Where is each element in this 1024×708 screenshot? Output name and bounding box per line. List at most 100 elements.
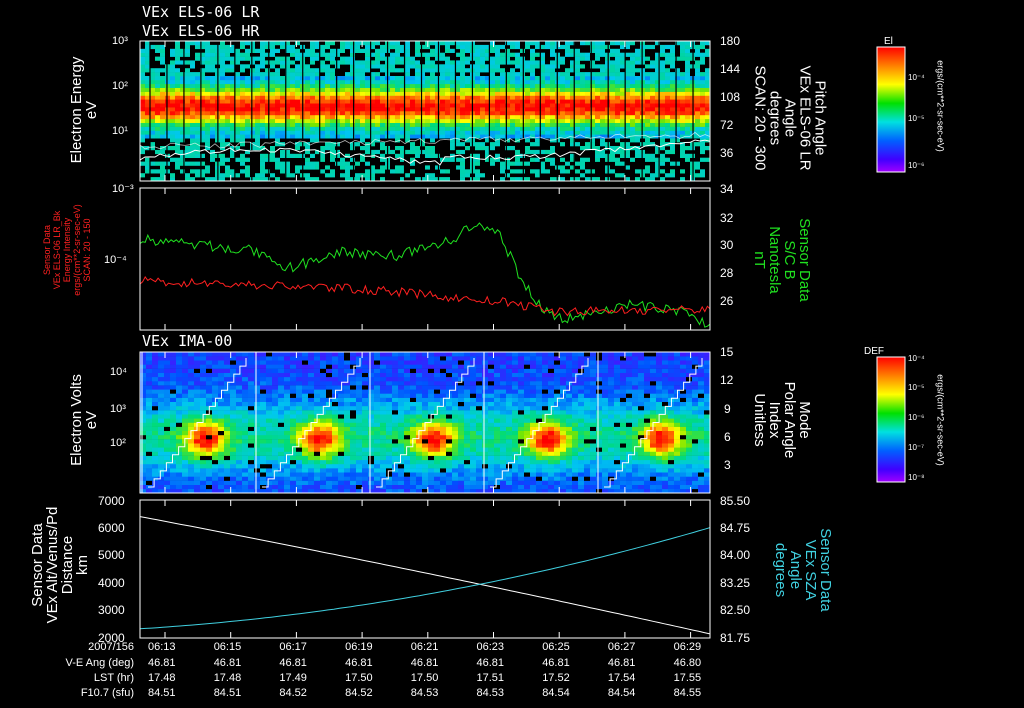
ima-cell (236, 472, 242, 477)
els-cell (525, 138, 530, 143)
els-cell (635, 153, 640, 158)
ima-cell (176, 397, 182, 402)
ima-cell (260, 385, 266, 390)
els-cell (615, 41, 620, 46)
els-cell (595, 111, 600, 116)
els-cell (360, 130, 365, 135)
ima-cell (146, 451, 152, 456)
ima-cell (164, 393, 170, 398)
els-cell (545, 68, 550, 73)
ima-cell (140, 376, 146, 382)
ima-cell (302, 455, 308, 461)
ima-cell (194, 360, 200, 365)
ima-cell (392, 443, 398, 448)
els-cell (395, 111, 400, 116)
els-cell (325, 134, 330, 139)
ima-cell (188, 389, 194, 394)
els-cell (270, 99, 275, 104)
ima-cell (284, 434, 290, 440)
ima-cell (254, 422, 260, 427)
ima-cell (182, 447, 188, 452)
ima-cell (194, 410, 200, 415)
ima-cell (194, 393, 200, 398)
ima-cell (230, 476, 236, 481)
els-cell (605, 99, 610, 104)
els-cell (335, 48, 340, 53)
els-cell (670, 173, 675, 178)
ima-cell (224, 464, 230, 469)
els-cell (260, 95, 265, 100)
ima-cell (332, 360, 338, 365)
els-cell (565, 118, 570, 123)
ima-cell (308, 439, 314, 444)
ima-cell (446, 381, 452, 386)
els-cell (330, 134, 335, 139)
els-cell (615, 72, 620, 77)
els-cell (605, 165, 610, 170)
ima-cell (398, 418, 404, 423)
els-cell (530, 157, 535, 162)
els-cell (595, 157, 600, 162)
ima-cell (182, 368, 188, 373)
ima-cell (212, 430, 218, 436)
ima-cell (428, 468, 434, 473)
ima-cell (146, 372, 152, 378)
els-cell (190, 122, 195, 127)
els-cell (435, 44, 440, 50)
ima-cell (446, 360, 452, 365)
els-cell (685, 64, 690, 69)
els-cell (615, 122, 620, 127)
ima-cell (452, 426, 458, 431)
ima-cell (386, 484, 392, 490)
ima-cell (218, 418, 224, 423)
els-cell (145, 48, 150, 53)
els-cell (220, 161, 225, 166)
els-cell (330, 60, 335, 65)
els-cell (340, 48, 345, 53)
els-cell (340, 134, 345, 139)
ima-cell (248, 389, 254, 394)
els-cell (240, 56, 245, 61)
els-cell (310, 48, 315, 53)
els-cell (425, 118, 430, 123)
els-cell (490, 118, 495, 123)
ima-cell (302, 418, 308, 423)
ima-cell (416, 472, 422, 477)
ima-cell (356, 368, 362, 373)
els-cell (500, 83, 505, 88)
els-cell (185, 48, 190, 53)
ima-cell (188, 451, 194, 456)
els-cell (490, 87, 495, 92)
ima-cell (188, 360, 194, 365)
ima-cell (290, 405, 296, 411)
ima-cell (428, 372, 434, 378)
ima-cell (242, 418, 248, 423)
ima-cell (164, 368, 170, 373)
els-cell (575, 68, 580, 73)
els-cell (175, 83, 180, 88)
els-cell (635, 103, 640, 108)
els-cell (425, 99, 430, 104)
ima-cell (416, 376, 422, 382)
ima-cell (446, 401, 452, 407)
els-cell (565, 41, 570, 46)
ima-cell (458, 472, 464, 477)
els-cell (490, 95, 495, 100)
els-cell (435, 83, 440, 88)
ima-cell (248, 422, 254, 427)
els-cell (425, 111, 430, 116)
els-cell (390, 103, 395, 108)
els-cell (605, 142, 610, 147)
els-cell (325, 173, 330, 178)
els-cell (410, 79, 415, 85)
els-cell (345, 111, 350, 116)
els-cell (475, 60, 480, 65)
els-cell (635, 68, 640, 73)
els-cell (695, 64, 700, 69)
ima-cell (272, 472, 278, 477)
els-cell (255, 118, 260, 123)
els-cell (510, 126, 515, 131)
els-cell (545, 114, 550, 120)
els-cell (210, 126, 215, 131)
els-cell (490, 79, 495, 85)
